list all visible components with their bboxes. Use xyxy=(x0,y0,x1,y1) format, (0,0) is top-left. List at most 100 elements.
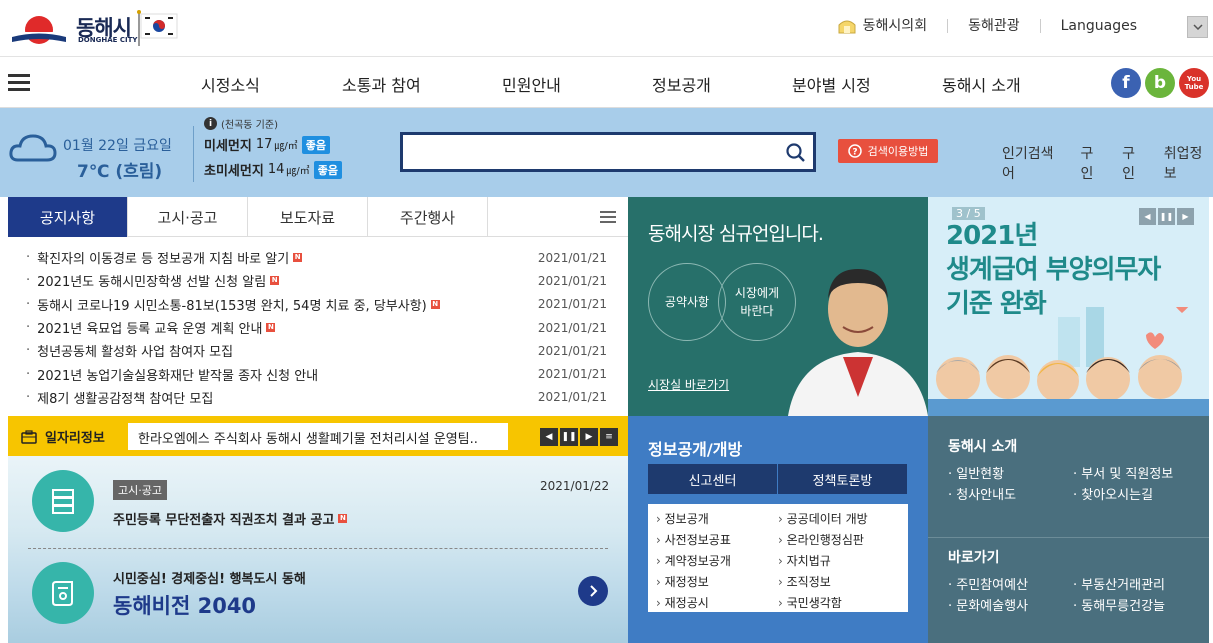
pledges-button[interactable]: 공약사항 xyxy=(648,263,726,341)
question-icon: ? xyxy=(847,144,862,158)
pm10-value: 17 xyxy=(255,137,273,152)
nav-civil-service[interactable]: 민원안내 xyxy=(502,72,561,96)
brand-sub: DONGHAE CITY xyxy=(78,36,138,44)
notice-title-text: 동해시 코로나19 시민소통-81보(153명 완치, 54명 치료 중, 당부… xyxy=(37,298,427,314)
info-open-item[interactable]: 국민생각함 xyxy=(778,594,900,615)
council-link[interactable]: 동해시의회 xyxy=(817,17,947,35)
shortcut-link[interactable]: 동해무릉건강늘 xyxy=(1073,595,1198,616)
ask-mayor-button[interactable]: 시장에게 바란다 xyxy=(718,263,796,341)
weather-date: 01월 22일 금요일 xyxy=(63,138,172,154)
next-icon[interactable]: ▶ xyxy=(580,428,598,446)
info-open-item[interactable]: 온라인행정심판 xyxy=(778,531,900,552)
intro-link[interactable]: 일반현황 xyxy=(948,463,1073,484)
youtube-icon[interactable]: You Tube xyxy=(1179,68,1209,98)
info-open-item[interactable]: 사전정보공표 xyxy=(656,531,778,552)
chevron-down-icon xyxy=(1192,24,1203,30)
gosi-title: 주민등록 무단전출자 직권조치 결과 공고 xyxy=(113,513,335,528)
notice-row[interactable]: 제8기 생활공감정책 참여단 모집 2021/01/21 xyxy=(26,386,607,409)
intro-link[interactable]: 찾아오시는길 xyxy=(1073,484,1198,505)
info-open-item[interactable]: 재정정보 xyxy=(656,573,778,594)
pm25-label: 초미세먼지 xyxy=(204,164,264,179)
job-info-bar: 일자리정보 한라오엠에스 주식회사 동해시 생활폐기물 전처리시설 운영팀.. … xyxy=(8,416,628,456)
notice-row[interactable]: 2021년도 동해시민장학생 선발 신청 알림N 2021/01/21 xyxy=(26,269,607,292)
notice-row[interactable]: 2021년 농업기술실용화재단 밭작물 종자 신청 안내 2021/01/21 xyxy=(26,362,607,385)
tourism-link[interactable]: 동해관광 xyxy=(947,19,1040,33)
notice-title-text: 2021년도 동해시민장학생 선발 신청 알림 xyxy=(37,275,267,291)
info-open-item[interactable]: 재정공시 xyxy=(656,594,778,615)
pm25-value: 14 xyxy=(267,162,285,177)
info-open-item[interactable]: 조직정보 xyxy=(778,573,900,594)
council-icon xyxy=(838,20,856,34)
mayor-portrait xyxy=(788,269,928,416)
list-icon[interactable]: ≡ xyxy=(600,428,618,446)
tab-press[interactable]: 보도자료 xyxy=(248,197,368,237)
job-controls: ◀ ❚❚ ▶ ≡ xyxy=(540,428,620,446)
next-icon[interactable]: ▶ xyxy=(1177,208,1194,225)
list-menu-icon[interactable] xyxy=(600,211,616,223)
languages-dropdown-button[interactable] xyxy=(1187,16,1208,38)
languages-link[interactable]: Languages xyxy=(1039,19,1157,33)
tab-notice[interactable]: 공지사항 xyxy=(8,197,128,237)
gosi-title-link[interactable]: 주민등록 무단전출자 직권조치 결과 공고 N xyxy=(113,509,348,528)
scroll-certificate-icon xyxy=(32,562,94,624)
shortcut-link[interactable]: 부동산거래관리 xyxy=(1073,574,1198,595)
popular-keyword-1[interactable]: 구인 xyxy=(1081,143,1106,183)
notice-row[interactable]: 확진자의 이동경로 등 정보공개 지침 바로 알기N 2021/01/21 xyxy=(26,246,607,269)
prev-icon[interactable]: ◀ xyxy=(540,428,558,446)
shortcut-link[interactable]: 문화예술행사 xyxy=(948,595,1073,616)
prev-icon[interactable]: ◀ xyxy=(1139,208,1156,225)
top-links: 동해시의회 동해관광 Languages xyxy=(817,17,1157,35)
mayor-title: 동해시장 심규언입니다. xyxy=(648,223,824,245)
policy-forum-button[interactable]: 정책토론방 xyxy=(778,464,908,494)
notice-row[interactable]: 동해시 코로나19 시민소통-81보(153명 완치, 54명 치료 중, 당부… xyxy=(26,293,607,316)
shortcut-link[interactable]: 주민참여예산 xyxy=(948,574,1073,595)
mayor-banner: 동해시장 심규언입니다. 공약사항 시장에게 바란다 시장실 바로가기 xyxy=(628,197,928,416)
info-open-item[interactable]: 자치법규 xyxy=(778,552,900,573)
dust-base: i (천곡동 기준) xyxy=(204,116,278,131)
info-open-item[interactable]: 정보공개 xyxy=(656,510,778,531)
pm10-status-badge: 좋음 xyxy=(301,135,331,154)
nav-city-intro[interactable]: 동해시 소개 xyxy=(942,72,1021,96)
facebook-icon[interactable]: f xyxy=(1111,68,1141,98)
notice-title: 동해시 코로나19 시민소통-81보(153명 완치, 54명 치료 중, 당부… xyxy=(26,295,440,314)
search-input[interactable] xyxy=(403,135,763,169)
intro-link[interactable]: 부서 및 직원정보 xyxy=(1073,463,1198,484)
info-open-item[interactable]: 계약정보공개 xyxy=(656,552,778,573)
info-open-panel: 정보공개/개방 신고센터 정책토론방 정보공개 공공데이터 개방 사전정보공표 … xyxy=(628,416,928,643)
welfare-banner[interactable]: 3 / 5 ◀ ❚❚ ▶ 2021년 생계급여 부양의무자 기준 완화 xyxy=(928,197,1209,416)
pm25-row: 초미세먼지 14 ㎍/㎥ 좋음 xyxy=(204,160,342,179)
notice-row[interactable]: 청년공동체 활성화 사업 참여자 모집 2021/01/21 xyxy=(26,339,607,362)
new-badge: N xyxy=(293,253,303,263)
nav-info-disclosure[interactable]: 정보공개 xyxy=(652,72,711,96)
tab-weekly-events[interactable]: 주간행사 xyxy=(368,197,488,237)
pause-icon[interactable]: ❚❚ xyxy=(560,428,578,446)
nav-field-policy[interactable]: 분야별 시정 xyxy=(792,72,871,96)
tab-announcement[interactable]: 고시·공고 xyxy=(128,197,248,237)
notice-title: 2021년도 동해시민장학생 선발 신청 알림N xyxy=(26,271,280,291)
popular-keyword-2[interactable]: 구인 xyxy=(1122,143,1147,183)
job-info-text[interactable]: 한라오엠에스 주식회사 동해시 생활폐기물 전처리시설 운영팀.. xyxy=(128,423,508,450)
nav-city-news[interactable]: 시정소식 xyxy=(201,72,260,96)
nav-participation[interactable]: 소통과 참여 xyxy=(342,72,421,96)
welfare-line2: 생계급여 부양의무자 xyxy=(946,255,1161,285)
search-guide-button[interactable]: ? 검색이용방법 xyxy=(838,139,938,163)
popular-keywords: 인기검색어 구인 구인 취업정보 xyxy=(1002,143,1213,183)
shortcut-title: 바로가기 xyxy=(948,550,1000,566)
intro-link[interactable]: 청사안내도 xyxy=(948,484,1073,505)
new-badge: N xyxy=(266,323,276,333)
new-badge: N xyxy=(338,514,348,523)
blog-icon[interactable]: b xyxy=(1145,68,1175,98)
popular-keyword-3[interactable]: 취업정보 xyxy=(1164,143,1213,183)
hamburger-menu-icon[interactable] xyxy=(8,74,30,92)
info-open-item[interactable]: 공공데이터 개방 xyxy=(778,510,900,531)
notice-tabs: 공지사항 고시·공고 보도자료 주간행사 xyxy=(8,197,628,237)
notice-date: 2021/01/21 xyxy=(537,390,607,405)
report-center-button[interactable]: 신고센터 xyxy=(648,464,778,494)
search-icon[interactable] xyxy=(785,142,807,164)
notice-row[interactable]: 2021년 육묘업 등록 교육 운영 계획 안내N 2021/01/21 xyxy=(26,316,607,339)
info-open-list: 정보공개 공공데이터 개방 사전정보공표 온라인행정심판 계약정보공개 자치법규… xyxy=(648,504,908,612)
vision-more-button[interactable] xyxy=(578,576,608,606)
pause-icon[interactable]: ❚❚ xyxy=(1158,208,1175,225)
mayor-office-link[interactable]: 시장실 바로가기 xyxy=(648,376,729,393)
svg-text:?: ? xyxy=(852,148,857,158)
